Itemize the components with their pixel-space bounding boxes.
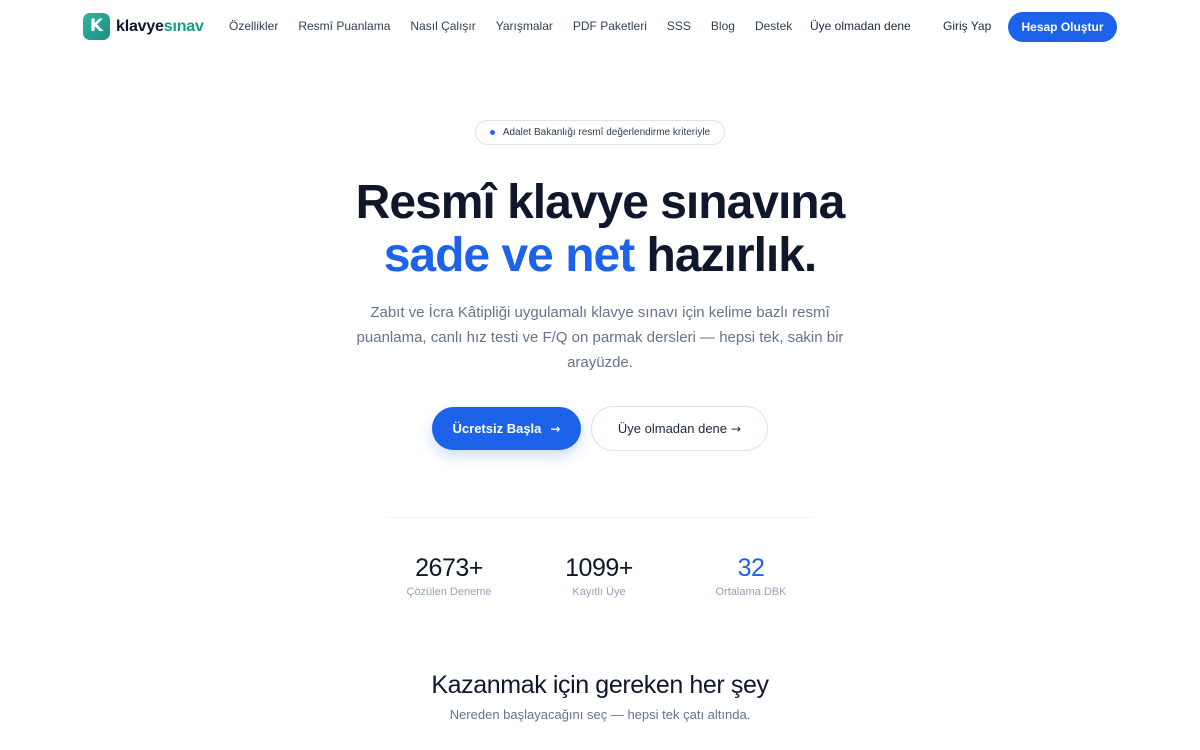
brand-name: klavyesınav xyxy=(116,17,204,35)
stat-value: 2673+ xyxy=(415,554,483,582)
hero-title-accent: sade ve net xyxy=(383,229,635,282)
section-title: Kazanmak için gereken her şey xyxy=(431,671,769,699)
nav-links: Özellikler Resmî Puanlama Nasıl Çalışır … xyxy=(229,19,812,33)
try-without-signup-button[interactable]: Üye olmadan dene → xyxy=(591,406,768,451)
dot-icon xyxy=(489,130,495,135)
nav-link-features[interactable]: Özellikler xyxy=(229,19,278,33)
login-link[interactable]: Giriş Yap xyxy=(943,19,991,33)
logo-icon: K xyxy=(83,13,110,40)
stat-value: 1099+ xyxy=(565,554,633,582)
stat-label: Ortalama DBK xyxy=(715,586,787,598)
hero-title-line1: Resmî klavye sınavına xyxy=(355,176,846,229)
nav-link-support[interactable]: Destek xyxy=(755,19,792,33)
nav-link-faq[interactable]: SSS xyxy=(667,19,691,33)
arrow-right-icon: → xyxy=(550,421,561,436)
badge-text: Adalet Bakanlığı resmî değerlendirme kri… xyxy=(502,127,711,138)
stat-solved-tests: 2673+ Çözülen Deneme xyxy=(374,553,524,598)
nav-link-how-it-works[interactable]: Nasıl Çalışır xyxy=(410,19,475,33)
hero-title: Resmî klavye sınavına sade ve net hazırl… xyxy=(0,176,1200,282)
nav-link-official-scoring[interactable]: Resmî Puanlama xyxy=(298,19,390,33)
stat-label: Kayıtlı Üye xyxy=(572,586,626,598)
top-navbar: K klavyesınav Özellikler Resmî Puanlama … xyxy=(0,0,1200,54)
hero-subtitle: Zabıt ve İcra Kâtipliği uygulamalı klavy… xyxy=(356,304,844,371)
start-free-button[interactable]: Ücretsiz Başla → xyxy=(432,407,581,450)
signup-button[interactable]: Hesap Oluştur xyxy=(1008,12,1117,42)
stat-value: 32 xyxy=(737,554,765,582)
stat-registered-members: 1099+ Kayıtlı Üye xyxy=(524,553,674,598)
section-subtitle: Nereden başlayacağını seç — hepsi tek ça… xyxy=(449,707,751,722)
nav-link-pdf-packages[interactable]: PDF Paketleri xyxy=(573,19,647,33)
hero-title-rest: hazırlık. xyxy=(646,229,818,282)
brand-logo[interactable]: K klavyesınav xyxy=(83,13,204,40)
arrow-right-icon: → xyxy=(731,421,742,436)
nav-link-competitions[interactable]: Yarışmalar xyxy=(496,19,553,33)
stat-average-dbk: 32 Ortalama DBK xyxy=(676,553,826,598)
hero-badge: Adalet Bakanlığı resmî değerlendirme kri… xyxy=(475,120,725,145)
stat-label: Çözülen Deneme xyxy=(406,586,492,598)
start-free-label: Ücretsiz Başla xyxy=(452,421,542,436)
try-without-signup-label: Üye olmadan dene xyxy=(617,421,728,436)
nav-link-blog[interactable]: Blog xyxy=(711,19,735,33)
try-without-signup-link[interactable]: Üye olmadan dene xyxy=(810,19,911,33)
divider xyxy=(387,517,813,518)
